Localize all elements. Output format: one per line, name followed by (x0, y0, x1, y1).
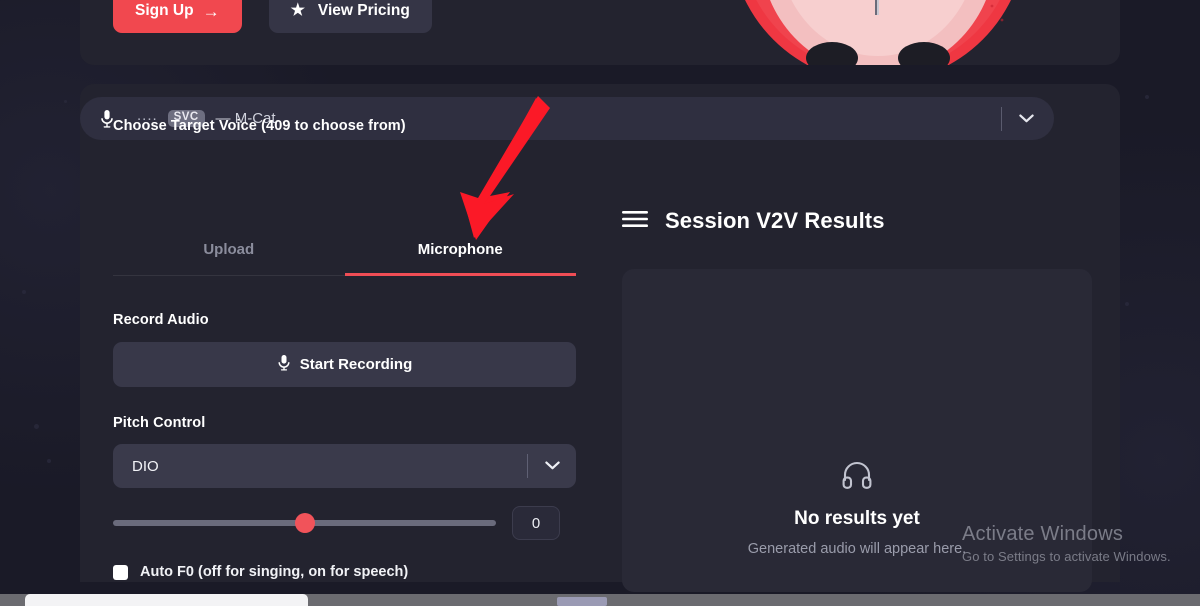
view-pricing-label: View Pricing (317, 2, 410, 19)
auto-f0-checkbox[interactable] (113, 564, 128, 580)
decorative-star-icon (64, 100, 67, 103)
decorative-star-icon (22, 290, 26, 294)
browser-tab-strip[interactable] (25, 594, 308, 606)
main-panel: Choose Target Voice (409 to choose from)… (80, 84, 1120, 592)
star-icon: ★ (290, 2, 305, 19)
headphones-icon (841, 461, 873, 493)
auto-f0-row[interactable]: Auto F0 (off for singing, on for speech) (113, 564, 408, 580)
pitch-slider-thumb[interactable] (294, 513, 315, 533)
auto-f0-label: Auto F0 (off for singing, on for speech) (140, 564, 409, 580)
results-header: Session V2V Results (622, 208, 1092, 234)
start-recording-button[interactable]: Start Recording (113, 342, 576, 387)
taskbar-item[interactable] (557, 597, 607, 606)
sign-up-label: Sign Up (135, 2, 194, 19)
decorative-star-icon (1125, 302, 1129, 306)
empty-state: No results yet Generated audio will appe… (622, 461, 1092, 557)
choose-target-voice-label: Choose Target Voice (409 to choose from) (113, 118, 406, 134)
decorative-star-icon (34, 424, 39, 429)
sign-up-button[interactable]: Sign Up → (113, 0, 242, 33)
decorative-star-icon (1145, 95, 1149, 99)
results-section: Session V2V Results No results yet Gener… (622, 208, 1092, 592)
pitch-control-label: Pitch Control (113, 415, 206, 431)
hero-card: Sign Up → ★ View Pricing (80, 0, 1120, 65)
decorative-star-icon (47, 459, 51, 463)
pitch-algorithm-select[interactable]: DIO (113, 444, 576, 488)
pitch-algorithm-value: DIO (132, 457, 159, 475)
pitch-control-section: Pitch Control DIO (113, 415, 576, 488)
pitch-value-input[interactable]: 0 (512, 506, 560, 540)
bottom-chrome-strip (0, 594, 1200, 606)
chevron-down-icon[interactable] (545, 457, 560, 475)
chevron-down-icon[interactable] (1019, 110, 1034, 128)
start-recording-label: Start Recording (299, 356, 413, 373)
view-pricing-button[interactable]: ★ View Pricing (268, 0, 432, 33)
hero-illustration (728, 0, 1028, 65)
divider (527, 454, 528, 478)
results-panel: No results yet Generated audio will appe… (622, 269, 1092, 592)
empty-state-title: No results yet (794, 508, 920, 529)
pitch-slider[interactable] (113, 513, 496, 533)
pitch-slider-row: 0 (113, 506, 576, 540)
microphone-icon (277, 354, 291, 375)
record-audio-label: Record Audio (113, 312, 209, 328)
input-mode-tabs: Upload Microphone (113, 230, 576, 276)
results-title: Session V2V Results (665, 208, 885, 233)
empty-state-subtitle: Generated audio will appear here. (747, 541, 967, 557)
arrow-right-icon: → (202, 1, 220, 21)
record-audio-section: Record Audio Start Recording (113, 312, 576, 387)
tab-microphone[interactable]: Microphone (344, 230, 576, 276)
hamburger-menu-icon[interactable] (622, 210, 648, 233)
hero-action-buttons: Sign Up → ★ View Pricing (113, 0, 432, 33)
voice-section: Choose Target Voice (409 to choose from) (113, 118, 576, 134)
divider (1001, 106, 1002, 131)
tab-upload[interactable]: Upload (113, 230, 345, 276)
